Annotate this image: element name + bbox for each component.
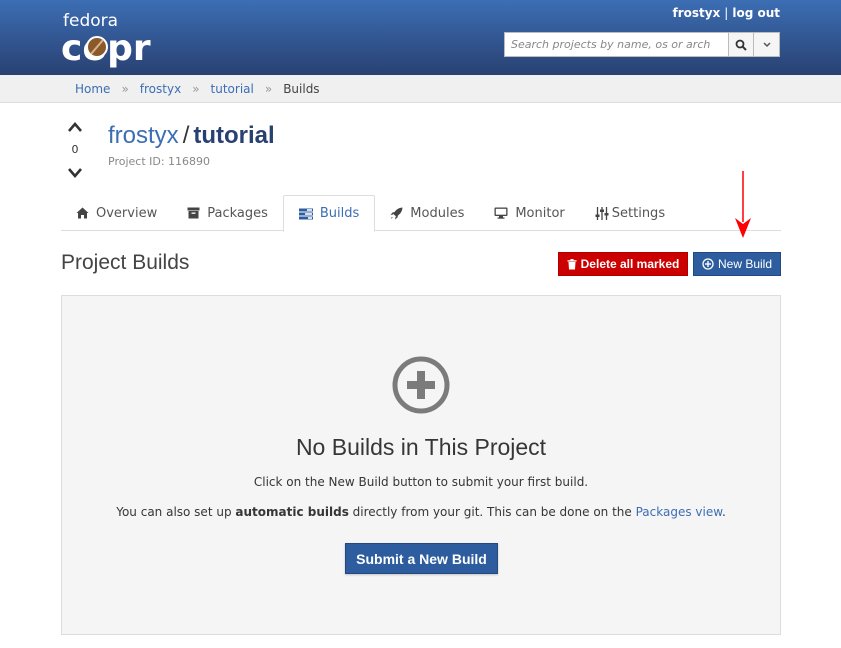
search-bar: [504, 32, 780, 57]
page-title: frostyx / tutorial: [108, 122, 275, 150]
tab-settings[interactable]: Settings: [580, 195, 680, 231]
delete-all-marked-button[interactable]: Delete all marked: [558, 252, 688, 276]
breadcrumb-project[interactable]: tutorial: [211, 82, 254, 96]
vote-count: 0: [71, 143, 79, 156]
tab-builds[interactable]: Builds: [282, 195, 376, 232]
trash-icon: [567, 258, 577, 269]
copr-logo[interactable]: fedora copr: [61, 10, 161, 68]
user-bar: frostyx | log out: [672, 6, 780, 20]
project-id: Project ID: 116890: [108, 155, 211, 168]
tab-monitor[interactable]: Monitor: [479, 195, 579, 231]
project-tabs: Overview Packages Builds Modules Monitor…: [61, 195, 781, 232]
search-input[interactable]: [504, 32, 729, 57]
top-header: fedora copr frostyx |log out: [0, 0, 841, 75]
help-text-end: .: [721, 505, 726, 519]
tab-label: Builds: [319, 206, 360, 221]
empty-state-text: Click on the New Build button to submit …: [253, 475, 589, 489]
tab-label: Overview: [96, 205, 158, 221]
new-build-button[interactable]: New Build: [693, 252, 781, 276]
breadcrumb: Home » frostyx » tutorial » Builds: [0, 75, 841, 103]
home-icon: [76, 207, 89, 219]
plus-circle-icon: [702, 258, 714, 270]
tab-label: Monitor: [515, 205, 565, 221]
tab-packages[interactable]: Packages: [172, 195, 283, 231]
user-link[interactable]: frostyx: [672, 6, 720, 20]
tab-label: Modules: [410, 205, 465, 221]
search-icon: [735, 39, 747, 51]
delete-all-marked-label: Delete all marked: [580, 257, 680, 271]
logout-link[interactable]: log out: [732, 6, 780, 20]
title-slash: /: [182, 122, 190, 149]
user-separator: |: [724, 6, 729, 20]
new-build-label: New Build: [717, 257, 773, 271]
rocket-icon: [390, 207, 403, 219]
red-arrow-annotation-icon: [735, 171, 751, 238]
breadcrumb-user[interactable]: frostyx: [140, 82, 181, 96]
upvote-icon[interactable]: [67, 121, 83, 133]
breadcrumb-home[interactable]: Home: [75, 82, 110, 96]
plus-circle-icon: [392, 356, 450, 414]
tab-label: Settings: [611, 205, 666, 221]
help-text-start: You can also set up: [116, 505, 236, 519]
submit-new-build-button[interactable]: Submit a New Build: [345, 543, 498, 574]
section-title: Project Builds: [61, 251, 190, 274]
vote-widget: 0: [64, 118, 86, 183]
tab-overview[interactable]: Overview: [61, 195, 172, 231]
chevron-down-icon: [763, 41, 771, 47]
help-text-middle: directly from your git. This can be done…: [348, 505, 636, 519]
downvote-icon[interactable]: [67, 167, 83, 179]
search-button[interactable]: [728, 32, 755, 57]
packages-view-link[interactable]: Packages view: [636, 505, 722, 519]
breadcrumb-current: Builds: [283, 81, 320, 96]
desktop-icon: [494, 207, 508, 219]
breadcrumb-separator-icon: »: [121, 81, 129, 96]
breadcrumb-separator-icon: »: [264, 81, 273, 96]
project-name[interactable]: tutorial: [193, 122, 274, 149]
empty-builds-panel: No Builds in This Project Click on the N…: [61, 295, 781, 635]
tab-modules[interactable]: Modules: [375, 195, 479, 231]
empty-state-help: You can also set up automatic builds dir…: [62, 505, 780, 519]
tasks-icon: [298, 208, 313, 219]
archive-icon: [187, 207, 200, 219]
search-options-button[interactable]: [754, 32, 780, 57]
tab-label: Packages: [207, 205, 268, 221]
empty-state-title: No Builds in This Project: [295, 434, 547, 460]
sliders-icon: [595, 206, 609, 220]
project-owner-link[interactable]: frostyx: [108, 122, 179, 149]
breadcrumb-separator-icon: »: [192, 81, 200, 96]
help-text-bold: automatic builds: [235, 505, 349, 519]
